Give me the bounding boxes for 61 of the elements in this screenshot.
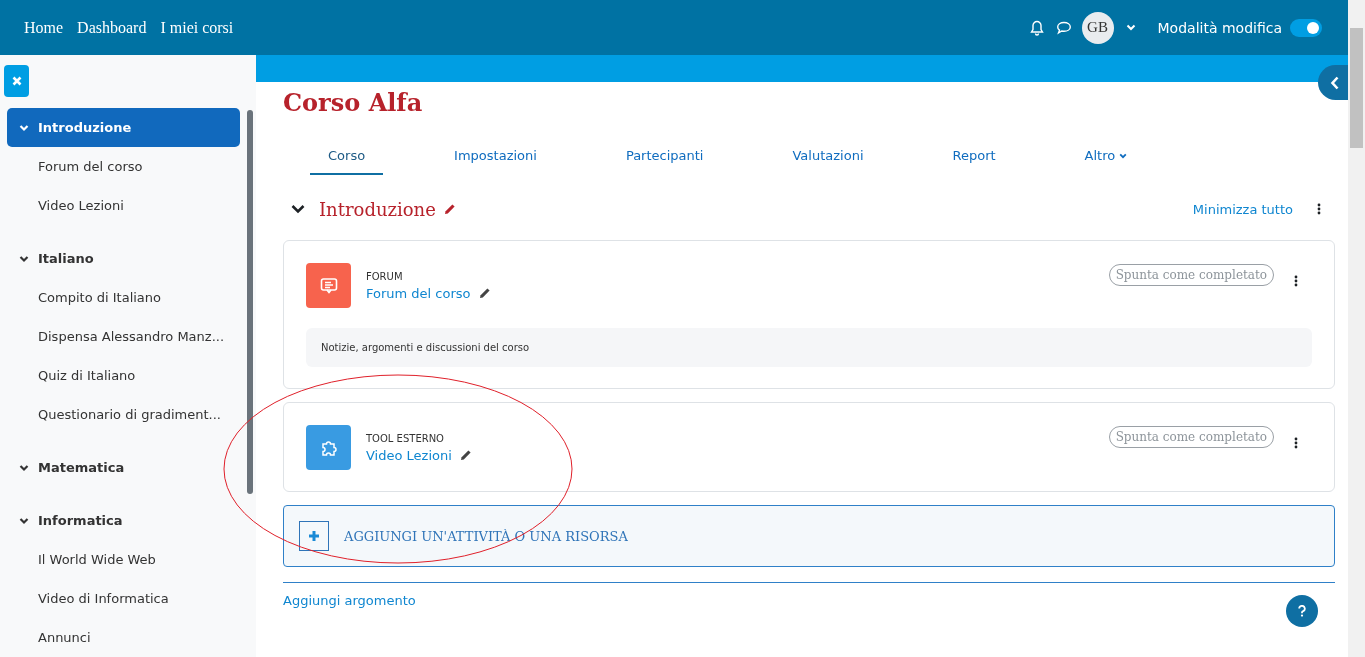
activity-link[interactable]: Video Lezioni (366, 447, 452, 463)
chevron-icon[interactable] (291, 204, 305, 214)
tab[interactable]: Corso (310, 138, 384, 175)
chevron-down-icon[interactable] (19, 253, 29, 264)
tab[interactable]: Report (934, 138, 1014, 175)
add-topic-link[interactable]: Aggiungi argomento (283, 593, 416, 608)
chevron-down-icon[interactable] (19, 462, 29, 473)
sidebar-item[interactable]: Questionario di gradiment... (7, 395, 240, 434)
sidebar-item[interactable]: Quiz di Italiano (7, 356, 240, 395)
kebab-icon[interactable] (1294, 436, 1298, 449)
plus-icon (299, 521, 329, 551)
tab[interactable]: Altro (1066, 138, 1146, 175)
caret-icon[interactable] (1125, 24, 1136, 31)
pencil-icon[interactable] (459, 449, 472, 461)
sidebar-item[interactable]: Annunci (7, 618, 240, 657)
user-avatar[interactable]: GB (1081, 11, 1114, 44)
forum-icon (306, 263, 351, 308)
nav-link[interactable]: Dashboard (77, 18, 147, 37)
pencil-icon[interactable] (478, 287, 491, 299)
bell-icon[interactable] (1029, 19, 1044, 36)
sidebar-item[interactable]: Video di Informatica (7, 579, 240, 618)
completion-button[interactable]: Spunta come completato (1108, 425, 1274, 448)
scrollbar-thumb[interactable] (247, 110, 253, 494)
activity-type: TOOL ESTERNO (366, 432, 445, 444)
drawer-toggle-button[interactable] (1318, 65, 1348, 100)
section-title: Introduzione (319, 198, 436, 220)
edit-mode-label: Modalità modifica (1157, 19, 1282, 36)
tab[interactable]: Partecipanti (607, 138, 722, 175)
sidebar-section[interactable]: Introduzione (7, 108, 240, 147)
kebab-icon[interactable] (1294, 274, 1298, 287)
completion-button[interactable]: Spunta come completato (1108, 263, 1274, 286)
caret-icon[interactable] (1119, 151, 1128, 160)
close-button[interactable] (4, 65, 29, 97)
chevron-down-icon[interactable] (19, 515, 29, 526)
sidebar-item[interactable]: Forum del corso (7, 147, 240, 186)
tab[interactable]: Valutazioni (774, 138, 882, 175)
speech-bubble-icon[interactable] (1055, 20, 1072, 35)
puzzle-piece-icon (306, 425, 351, 470)
chevron-down-icon[interactable] (19, 122, 29, 133)
sidebar-section[interactable]: Italiano (7, 239, 240, 278)
collapse-all-link[interactable]: Minimizza tutto (1192, 201, 1293, 217)
nav-link[interactable]: Home (24, 18, 64, 37)
question-mark-icon (1298, 605, 1306, 617)
sidebar-item[interactable]: Compito di Italiano (7, 278, 240, 317)
pencil-icon[interactable] (443, 203, 456, 215)
help-button[interactable] (1286, 595, 1318, 627)
kebab-icon[interactable] (1317, 203, 1321, 215)
sidebar-item[interactable]: Il World Wide Web (7, 540, 240, 579)
sidebar-section[interactable]: Informatica (7, 501, 240, 540)
sidebar-item[interactable]: Video Lezioni (7, 186, 240, 225)
tab[interactable]: Impostazioni (436, 138, 555, 175)
activity-link[interactable]: Forum del corso (366, 285, 471, 301)
activity-type: FORUM (366, 270, 404, 282)
sidebar-item[interactable]: Dispensa Alessandro Manz... (7, 317, 240, 356)
nav-link[interactable]: I miei corsi (160, 18, 234, 37)
close-icon (11, 76, 22, 86)
course-title: Corso Alfa (283, 88, 424, 118)
chevron-left-icon (1330, 75, 1340, 90)
activity-description: Notizie, argomenti e discussioni del corso (306, 328, 1312, 367)
sidebar-section[interactable]: Matematica (7, 448, 240, 487)
edit-mode-toggle[interactable] (1290, 18, 1322, 37)
